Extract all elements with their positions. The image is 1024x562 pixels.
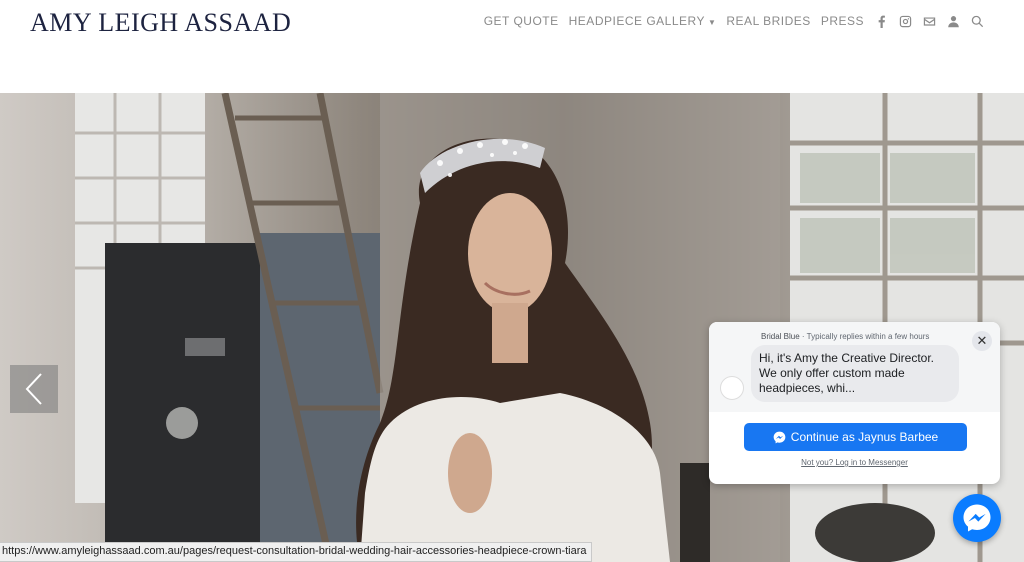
close-icon[interactable]: ✕ — [972, 331, 992, 351]
mail-icon[interactable] — [922, 14, 936, 28]
nav-real-brides[interactable]: REAL BRIDES — [726, 14, 810, 28]
continue-as-button[interactable]: Continue as Jaynus Barbee — [744, 423, 967, 451]
facebook-icon[interactable] — [874, 14, 888, 28]
nav-press[interactable]: PRESS — [821, 14, 864, 28]
site-header: AMY LEIGH ASSAAD GET QUOTE HEADPIECE GAL… — [0, 0, 1024, 93]
slideshow-prev-button[interactable] — [10, 365, 58, 413]
chat-reply-time: Typically replies within a few hours — [806, 332, 930, 341]
nav-headpiece-gallery-label: HEADPIECE GALLERY — [568, 14, 705, 28]
chevron-left-icon — [25, 373, 42, 405]
user-icon[interactable] — [946, 14, 960, 28]
search-icon[interactable] — [970, 14, 984, 28]
chat-page-name: Bridal Blue — [761, 332, 800, 341]
login-messenger-link[interactable]: Not you? Log in to Messenger — [709, 458, 1000, 467]
chat-page-info: Bridal Blue · Typically replies within a… — [761, 332, 929, 341]
messenger-icon — [963, 504, 991, 532]
messenger-icon — [773, 431, 786, 443]
main-nav: GET QUOTE HEADPIECE GALLERY ▼ REAL BRIDES… — [484, 14, 984, 28]
chat-page-avatar — [720, 376, 744, 400]
chat-greeting-message: Hi, it's Amy the Creative Director. We o… — [751, 345, 959, 402]
nav-get-quote[interactable]: GET QUOTE — [484, 14, 559, 28]
messenger-chat-widget: Bridal Blue · Typically replies within a… — [709, 322, 1000, 484]
continue-as-label: Continue as Jaynus Barbee — [790, 430, 939, 444]
chat-message-area: Bridal Blue · Typically replies within a… — [709, 322, 1000, 412]
nav-headpiece-gallery[interactable]: HEADPIECE GALLERY ▼ — [569, 14, 717, 28]
chevron-down-icon: ▼ — [707, 18, 717, 27]
instagram-icon[interactable] — [898, 14, 912, 28]
browser-status-url: https://www.amyleighassaad.com.au/pages/… — [0, 542, 592, 562]
site-logo[interactable]: AMY LEIGH ASSAAD — [30, 8, 291, 38]
messenger-chat-button[interactable] — [953, 494, 1001, 542]
